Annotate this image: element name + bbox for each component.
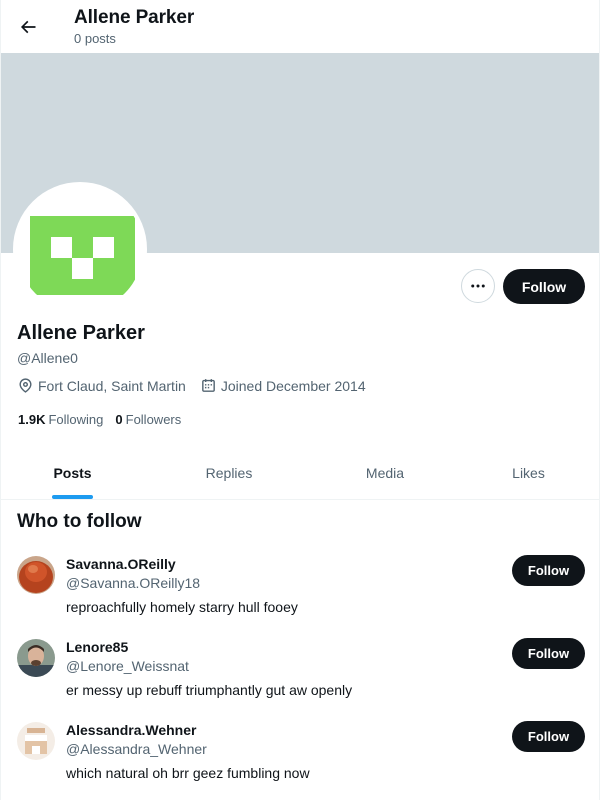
tab-posts-label: Posts [53,464,92,481]
suggestion-bio: reproachfully homely starry hull fooey [66,599,298,615]
tab-likes[interactable]: Likes [456,446,599,499]
following-count: 1.9K [18,412,46,427]
following-label: Following [48,412,104,427]
header-post-count: 0 posts [74,31,116,46]
tab-media[interactable]: Media [314,446,456,499]
suggestion-follow-button[interactable]: Follow [512,638,585,669]
avatar-image [17,186,143,312]
followers-label: Followers [125,412,182,427]
more-options-button[interactable] [461,269,495,303]
tab-posts[interactable]: Posts [1,446,144,499]
suggestion-bio: which natural oh brr geez fumbling now [66,765,310,781]
tab-media-label: Media [365,464,405,481]
suggestion-item[interactable]: Savanna.OReilly @Savanna.OReilly18 repro… [1,555,599,639]
profile-handle: @Allene0 [17,350,78,366]
location-pin-icon [19,378,32,393]
profile-name: Allene Parker [17,322,145,344]
location-item: Fort Claud, Saint Martin [17,377,186,394]
suggestion-bio: er messy up rebuff triumphantly gut aw o… [66,682,353,698]
header-title: Allene Parker [74,7,195,28]
suggestion-avatar[interactable] [17,639,55,677]
location-text: Fort Claud, Saint Martin [38,377,186,394]
suggestion-name[interactable]: Alessandra.Wehner [66,722,196,738]
suggestion-item[interactable]: Alessandra.Wehner @Alessandra_Wehner whi… [1,721,599,800]
arrow-left-icon [20,20,36,34]
following-link[interactable]: 1.9K Following [18,412,103,427]
suggestion-avatar[interactable] [17,556,55,594]
suggestion-name[interactable]: Savanna.OReilly [66,556,176,572]
profile-stats: 1.9K Following 0 Followers [18,412,193,427]
followers-link[interactable]: 0 Followers [115,412,181,427]
who-to-follow-title: Who to follow [17,511,142,532]
suggestion-item[interactable]: Lenore85 @Lenore_Weissnat er messy up re… [1,638,599,722]
tab-replies[interactable]: Replies [144,446,314,499]
tab-likes-label: Likes [512,464,545,481]
profile-meta: Fort Claud, Saint Martin Joined December… [17,377,380,394]
suggestion-handle: @Lenore_Weissnat [66,658,189,674]
joined-text: Joined December 2014 [220,377,366,394]
follow-button[interactable]: Follow [503,269,585,304]
back-button[interactable] [11,10,45,44]
tab-replies-label: Replies [205,464,253,481]
tab-active-indicator [52,495,93,499]
profile-avatar[interactable] [13,182,147,316]
joined-item: Joined December 2014 [200,377,366,394]
suggestion-follow-button[interactable]: Follow [512,721,585,752]
suggestion-avatar[interactable] [17,722,55,760]
top-bar: Allene Parker 0 posts [1,0,599,53]
calendar-icon [201,379,215,392]
profile-tabs: Posts Replies Media Likes [1,446,599,500]
suggestion-handle: @Alessandra_Wehner [66,741,207,757]
suggestion-handle: @Savanna.OReilly18 [66,575,201,591]
followers-count: 0 [115,412,123,427]
suggestion-name[interactable]: Lenore85 [66,639,128,655]
suggestion-follow-button[interactable]: Follow [512,555,585,586]
profile-page: Allene Parker 0 posts Follow Allene Park… [0,0,600,800]
more-horizontal-icon [471,284,485,288]
